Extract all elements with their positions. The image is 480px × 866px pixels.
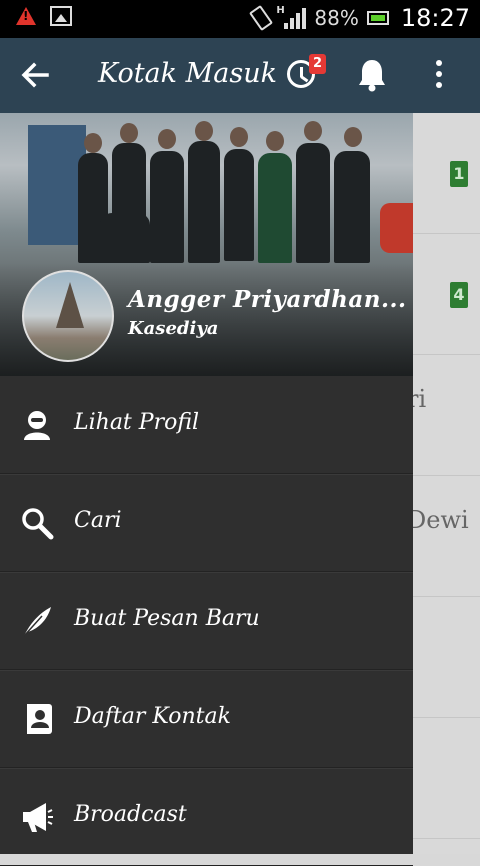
megaphone-icon [23,803,53,832]
history-badge: 2 [309,54,326,74]
menu-item-new-message[interactable]: Buat Pesan Baru [0,572,413,670]
contacts-icon [22,704,52,734]
list-item[interactable] [413,597,480,718]
menu-item-search[interactable]: Cari [0,474,413,572]
drawer-menu: Lihat Profil Cari Buat Pesan Baru Daftar… [0,376,413,866]
image-notification-icon [50,6,72,26]
status-bar: H 88% 18:27 [0,0,480,38]
list-item[interactable]: 4 [413,234,480,355]
menu-item-label: Cari [74,508,122,533]
overflow-menu-icon[interactable] [436,60,444,93]
network-type: H [276,5,285,16]
battery-icon [366,11,389,25]
menu-item-view-profile[interactable]: Lihat Profil [0,376,413,474]
profile-subtitle: Kasediya [128,318,219,339]
menu-item-label: Daftar Kontak [74,704,231,729]
page-title: Kotak Masuk [98,58,277,89]
avatar[interactable] [22,270,114,362]
unread-count: 4 [450,282,468,308]
back-arrow-icon[interactable] [20,60,50,90]
navigation-drawer: Angger Priyardhan... Kasediya Lihat Prof… [0,113,413,866]
bell-icon[interactable] [357,58,387,92]
profile-header[interactable]: Angger Priyardhan... Kasediya [0,113,413,376]
unread-count: 1 [450,161,468,187]
menu-item-contacts[interactable]: Daftar Kontak [0,670,413,768]
profile-name: Angger Priyardhan... [128,286,407,313]
app-bar: Kotak Masuk 2 [0,38,480,113]
menu-item-label: Broadcast [74,802,187,827]
menu-item-label: Lihat Profil [74,410,200,435]
warning-icon [16,7,36,25]
menu-item-label: Buat Pesan Baru [74,606,260,631]
list-item[interactable]: ri [407,355,480,476]
menu-item-broadcast[interactable]: Broadcast [0,768,413,866]
search-icon [22,508,54,540]
signal-icon: H [276,5,307,29]
list-item[interactable] [413,718,480,839]
feather-icon [23,607,51,637]
clock-time: 18:27 [400,4,470,32]
list-item[interactable]: Dewi [407,476,480,597]
list-item-text: Dewi [407,506,469,534]
vibrate-icon [249,4,274,32]
inbox-list: 1 4 ri Dewi [407,113,480,854]
user-icon [24,411,50,440]
battery-percent: 88% [314,6,359,30]
list-item[interactable]: 1 [413,113,480,234]
